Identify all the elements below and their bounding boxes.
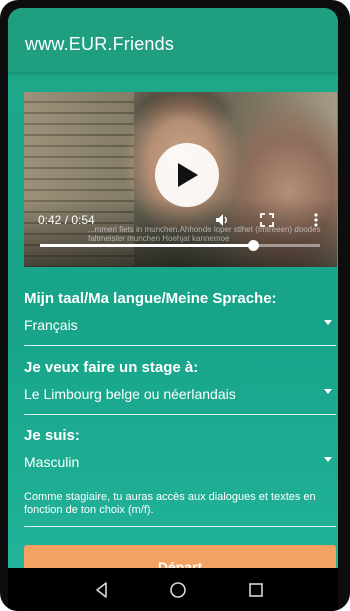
seek-bar[interactable] xyxy=(40,240,320,251)
fullscreen-button[interactable] xyxy=(259,212,275,228)
more-vert-icon xyxy=(314,213,318,227)
internship-value: Le Limbourg belge ou néerlandais xyxy=(24,386,236,402)
language-value: Français xyxy=(24,317,78,333)
play-icon xyxy=(178,163,198,187)
app-title: www.EUR.Friends xyxy=(25,34,175,54)
nav-home-button[interactable] xyxy=(168,580,188,600)
seek-bar-progress xyxy=(40,244,253,247)
seek-bar-thumb[interactable] xyxy=(247,240,259,251)
language-select[interactable]: Mijn taal/Ma langue/Meine Sprache: Franç… xyxy=(24,290,336,346)
video-player[interactable]: ...mmeri fiets in munchen.Ahhonde loper … xyxy=(24,92,337,267)
video-subtitle: ...mmeri fiets in munchen.Ahhonde loper … xyxy=(88,225,321,243)
gender-value: Masculin xyxy=(24,454,80,470)
back-icon xyxy=(96,582,107,598)
system-navigation-bar xyxy=(8,568,338,611)
recents-icon xyxy=(249,583,263,597)
volume-button[interactable] xyxy=(214,212,230,228)
play-button[interactable] xyxy=(155,143,219,207)
app-screen: www.EUR.Friends ...mmeri fiets in munche… xyxy=(8,8,338,577)
divider xyxy=(24,526,336,527)
video-time: 0:42 / 0:54 xyxy=(38,213,95,227)
nav-back-button[interactable] xyxy=(92,580,112,600)
fullscreen-icon xyxy=(260,213,274,227)
internship-region-select[interactable]: Je veux faire un stage à: Le Limbourg be… xyxy=(24,359,336,415)
more-options-button[interactable] xyxy=(308,212,324,228)
home-icon xyxy=(170,582,186,598)
dropdown-arrow-icon xyxy=(324,320,332,325)
internship-label: Je veux faire un stage à: xyxy=(24,359,199,376)
gender-select[interactable]: Je suis: Masculin xyxy=(24,427,336,483)
volume-icon xyxy=(216,214,227,226)
device-frame: www.EUR.Friends ...mmeri fiets in munche… xyxy=(0,0,350,611)
gender-label: Je suis: xyxy=(24,427,80,444)
gender-helper-text: Comme stagiaire, tu auras accès aux dial… xyxy=(24,491,316,516)
nav-recents-button[interactable] xyxy=(246,580,266,600)
dropdown-arrow-icon xyxy=(324,457,332,462)
dropdown-arrow-icon xyxy=(324,389,332,394)
app-bar: www.EUR.Friends xyxy=(8,8,338,72)
language-label: Mijn taal/Ma langue/Meine Sprache: xyxy=(24,290,277,307)
